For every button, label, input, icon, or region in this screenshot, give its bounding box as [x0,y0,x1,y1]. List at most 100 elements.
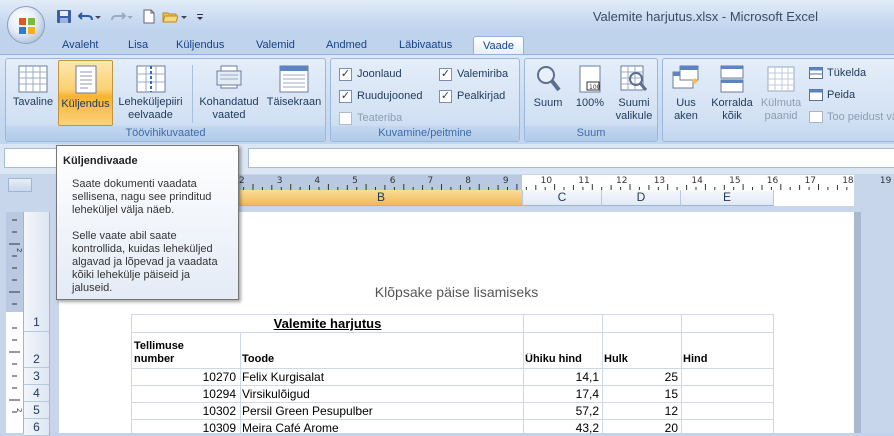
ruler-number: 8 [465,176,471,186]
cell-qty[interactable]: 25 [602,370,680,384]
open-dropdown-icon[interactable] [180,9,188,24]
ruler-number: 4 [314,176,321,186]
cell-product[interactable]: Virsikulõigud [240,387,523,401]
header-qty[interactable]: Hulk [602,353,630,365]
tab-vaade[interactable]: Vaade [473,36,524,55]
tab-avaleht[interactable]: Avaleht [56,36,105,55]
window-title: Valemite harjutus.xlsx - Microsoft Excel [592,9,818,24]
freeze-panes-icon [767,66,795,92]
tooltip-text-line: sellisena, nagu see prinditud [72,191,212,203]
ribbon: Tavaline Küljendus Leheküljepiiri eelvaa… [0,54,894,144]
cell-product[interactable]: Felix Kurgisalat [240,370,523,384]
freeze-panes-button[interactable]: Külmuta paanid [757,61,805,125]
custom-views-label-1: Kohandatud [199,96,259,108]
open-folder-icon[interactable] [162,9,178,24]
ruler-label: Joonlaud [357,68,402,80]
row-header-1[interactable]: 1 [24,314,50,332]
custom-views-icon [216,65,242,89]
zoom-to-selection-button[interactable]: Suumi valikule [611,61,657,125]
unhide-window-button: Too peidust vä [827,111,894,123]
svg-text:2: 2 [15,408,23,412]
fullscreen-icon [279,65,309,93]
tab-lisa[interactable]: Lisa [122,36,154,55]
tab-andmed[interactable]: Andmed [320,36,373,55]
column-header-e[interactable]: E [681,190,774,206]
message-bar-label: Teateriba [357,112,403,124]
header-unit-price[interactable]: Ühiku hind [523,353,584,365]
customize-qat-icon[interactable] [195,9,205,24]
page-layout-view-button[interactable]: Küljendus [58,60,113,126]
split-button[interactable]: Tükelda [827,67,866,79]
undo-icon[interactable] [78,9,94,24]
custom-views-button[interactable]: Kohandatud vaated [195,61,263,125]
select-all-button[interactable] [8,178,32,192]
save-icon[interactable] [56,9,72,24]
row-header-3[interactable]: 3 [24,368,50,385]
row-header-4[interactable]: 4 [24,385,50,402]
page-break-preview-label-1: Leheküljepiiri [118,96,183,108]
arrange-all-button[interactable]: Korralda kõik [708,61,756,125]
gridlines-checkbox[interactable]: ✓ [339,90,352,103]
group-zoom: Suum 100 100% Suumi valikule Suum [524,58,658,142]
cell-qty[interactable]: 15 [602,387,680,401]
tab-valemid[interactable]: Valemid [250,36,301,55]
header-order-line1[interactable]: Tellimuse [132,340,186,352]
office-button[interactable] [7,6,45,44]
column-header-d[interactable]: D [602,190,681,206]
row-header-2[interactable]: 2 [24,332,50,368]
new-window-icon [672,65,699,89]
zoom-100-button[interactable]: 100 100% [571,61,609,125]
fullscreen-button[interactable]: Täisekraan [264,61,324,125]
column-header-b[interactable]: B [240,190,523,206]
ruler-checkbox[interactable]: ✓ [339,68,352,81]
redo-dropdown-icon[interactable] [126,9,134,24]
column-header-blank [774,190,854,206]
tooltip-page-layout: Küljendivaade Saate dokumenti vaadata se… [56,145,239,300]
header-product[interactable]: Toode [240,353,276,365]
unhide-window-icon [809,111,823,123]
ribbon-tabs: Avaleht Lisa Küljendus Valemid Andmed Lä… [0,33,894,55]
cell-unit-price[interactable]: 57,2 [523,404,601,418]
split-icon [809,67,823,79]
column-header-c[interactable]: C [523,190,602,206]
tooltip-text-line: Selle vaate abil saate [72,230,177,242]
svg-text:100: 100 [589,84,601,91]
header-price[interactable]: Hind [681,353,709,365]
tab-labivaatus[interactable]: Läbivaatus [393,36,458,55]
formula-bar-checkbox[interactable]: ✓ [439,68,452,81]
custom-views-label-2: vaated [212,109,246,121]
row-header-6[interactable]: 6 [24,419,50,436]
hide-window-button[interactable]: Peida [827,89,855,101]
row-header-5[interactable]: 5 [24,402,50,419]
new-document-icon[interactable] [141,9,157,24]
redo-icon[interactable] [110,9,126,24]
tab-kuljendus[interactable]: Küljendus [170,36,230,55]
cell-order[interactable]: 10270 [132,370,238,384]
page-break-preview-button[interactable]: Leheküljepiiri eelvaade [114,61,187,125]
cell-unit-price[interactable]: 17,4 [523,387,601,401]
cell-product[interactable]: Persil Green Pesupulber [240,404,523,418]
header-order-line2[interactable]: number [132,353,176,365]
undo-dropdown-icon[interactable] [94,9,102,24]
zoom-selection-label-1: Suumi [618,97,650,109]
normal-view-button[interactable]: Tavaline [8,61,58,125]
arrange-all-label-2: kõik [722,110,742,122]
cell-unit-price[interactable]: 14,1 [523,370,601,384]
ruler-number: 15 [729,176,741,186]
title-bar: Valemite harjutus.xlsx - Microsoft Excel [0,0,894,33]
cell-qty[interactable]: 12 [602,404,680,418]
new-window-button[interactable]: Uus aken [666,61,706,125]
office-logo-icon [19,18,35,34]
group-workbook-views: Tavaline Küljendus Leheküljepiiri eelvaa… [5,58,326,142]
zoom-button[interactable]: Suum [528,61,568,125]
vertical-ruler: 2 2 [6,212,24,433]
svg-text:2: 2 [15,248,23,252]
headings-checkbox[interactable]: ✓ [439,90,452,103]
formula-input[interactable] [248,148,894,168]
ruler-number: 16 [766,176,779,186]
cell-order[interactable]: 10294 [132,387,238,401]
freeze-panes-label-2: paanid [764,110,798,122]
sheet-title-cell[interactable]: Valemite harjutus [240,316,415,331]
new-window-label-2: aken [674,110,698,122]
cell-order[interactable]: 10302 [132,404,238,418]
